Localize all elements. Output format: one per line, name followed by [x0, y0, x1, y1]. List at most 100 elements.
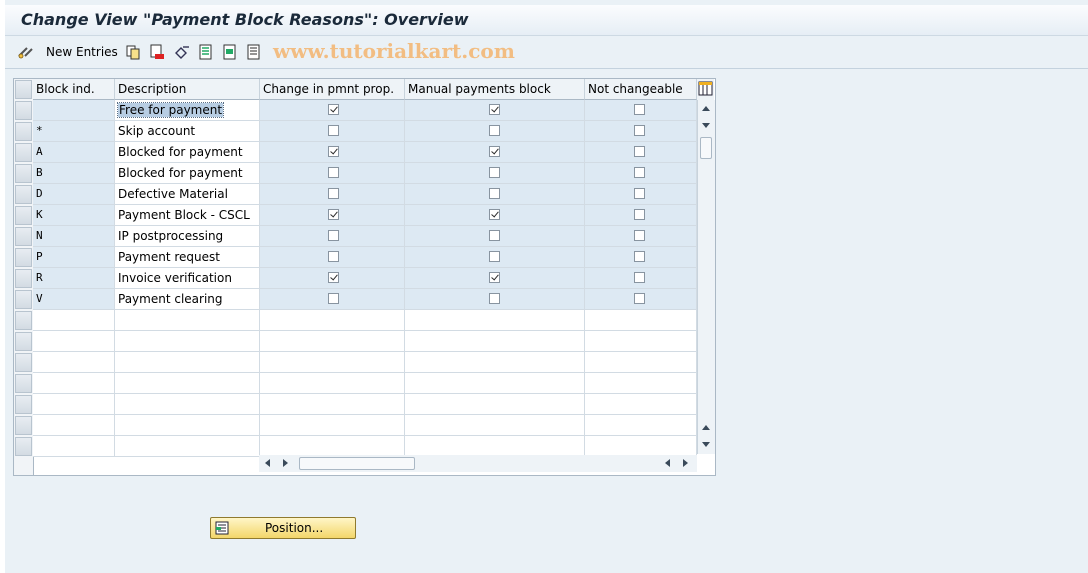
change-checkbox[interactable] — [328, 293, 339, 304]
row-select-button[interactable] — [15, 437, 32, 456]
scroll-page-down-icon[interactable] — [702, 442, 710, 447]
description-cell[interactable]: Blocked for payment — [115, 142, 260, 163]
manual-cell — [405, 226, 585, 247]
manual-checkbox[interactable] — [489, 125, 500, 136]
description-cell[interactable]: IP postprocessing — [115, 226, 260, 247]
scroll-down-icon[interactable] — [702, 123, 710, 128]
row-select-button[interactable] — [15, 248, 32, 267]
scroll-left-icon[interactable] — [265, 459, 270, 467]
empty-cell — [585, 415, 697, 436]
position-button[interactable]: Position... — [210, 517, 356, 539]
select-all-button[interactable] — [198, 44, 214, 60]
row-select-button[interactable] — [15, 164, 32, 183]
notchg-checkbox[interactable] — [634, 188, 645, 199]
manual-cell — [405, 289, 585, 310]
empty-cell — [33, 394, 115, 415]
change-checkbox[interactable] — [328, 104, 339, 115]
row-select-button[interactable] — [15, 101, 32, 120]
column-header-change-in-pmnt-prop[interactable]: Change in pmnt prop. — [260, 79, 405, 100]
notchg-checkbox[interactable] — [634, 104, 645, 115]
notchg-checkbox[interactable] — [634, 146, 645, 157]
manual-checkbox[interactable] — [489, 146, 500, 157]
row-select-button[interactable] — [15, 143, 32, 162]
change-checkbox[interactable] — [328, 125, 339, 136]
scroll-far-right-icon[interactable] — [683, 459, 688, 467]
change-checkbox[interactable] — [328, 188, 339, 199]
manual-checkbox[interactable] — [489, 188, 500, 199]
select-all-rows-button[interactable] — [15, 80, 32, 99]
manual-checkbox[interactable] — [489, 230, 500, 241]
row-select-button[interactable] — [15, 311, 32, 330]
horizontal-scroll-thumb[interactable] — [299, 457, 415, 470]
description-cell[interactable]: Payment Block - CSCL — [115, 205, 260, 226]
row-select-button[interactable] — [15, 269, 32, 288]
description-cell[interactable]: Blocked for payment — [115, 163, 260, 184]
notchg-checkbox[interactable] — [634, 230, 645, 241]
empty-cell — [405, 373, 585, 394]
scroll-page-up-icon[interactable] — [702, 425, 710, 430]
delete-button[interactable] — [149, 44, 165, 60]
column-header-block-ind[interactable]: Block ind. — [33, 79, 115, 100]
vertical-scrollbar[interactable] — [697, 100, 715, 454]
column-header-description[interactable]: Description — [115, 79, 260, 100]
notchg-checkbox[interactable] — [634, 167, 645, 178]
row-select-button[interactable] — [15, 353, 32, 372]
notchg-checkbox[interactable] — [634, 251, 645, 262]
column-header-manual-payments-block[interactable]: Manual payments block — [405, 79, 585, 100]
notchg-checkbox[interactable] — [634, 209, 645, 220]
row-select-button[interactable] — [15, 332, 32, 351]
description-cell[interactable]: Skip account — [115, 121, 260, 142]
row-select-button[interactable] — [15, 395, 32, 414]
column-settings-button[interactable] — [697, 79, 714, 101]
description-text: Free for payment — [116, 102, 225, 118]
notchg-checkbox[interactable] — [634, 293, 645, 304]
block-ind-cell — [33, 100, 115, 121]
change-checkbox[interactable] — [328, 230, 339, 241]
notchg-cell — [585, 205, 697, 226]
application-toolbar: New Entries www.tutorialkart.com — [5, 36, 1088, 69]
row-select-button[interactable] — [15, 185, 32, 204]
manual-checkbox[interactable] — [489, 167, 500, 178]
change-checkbox[interactable] — [328, 167, 339, 178]
change-checkbox[interactable] — [328, 272, 339, 283]
description-cell[interactable]: Defective Material — [115, 184, 260, 205]
notchg-cell — [585, 121, 697, 142]
empty-cell — [585, 394, 697, 415]
row-select-button[interactable] — [15, 374, 32, 393]
column-header-not-changeable[interactable]: Not changeable — [585, 79, 697, 100]
description-cell[interactable]: Payment clearing — [115, 289, 260, 310]
undo-button[interactable] — [173, 44, 191, 60]
select-block-button[interactable] — [222, 44, 238, 60]
description-cell[interactable]: Invoice verification — [115, 268, 260, 289]
display-change-button[interactable] — [17, 44, 35, 60]
empty-cell — [115, 394, 260, 415]
change-checkbox[interactable] — [328, 209, 339, 220]
page-title: Change View "Payment Block Reasons": Ove… — [21, 10, 469, 29]
description-text: Skip account — [118, 124, 196, 138]
notchg-checkbox[interactable] — [634, 272, 645, 283]
manual-checkbox[interactable] — [489, 251, 500, 262]
scroll-up-icon[interactable] — [702, 106, 710, 111]
description-text: Payment clearing — [118, 292, 223, 306]
manual-checkbox[interactable] — [489, 272, 500, 283]
row-select-button[interactable] — [15, 122, 32, 141]
row-select-button[interactable] — [15, 290, 32, 309]
change-checkbox[interactable] — [328, 251, 339, 262]
new-entries-button[interactable]: New Entries — [46, 44, 118, 60]
row-select-button[interactable] — [15, 227, 32, 246]
copy-button[interactable] — [125, 44, 141, 60]
manual-checkbox[interactable] — [489, 209, 500, 220]
row-select-button[interactable] — [15, 416, 32, 435]
notchg-checkbox[interactable] — [634, 125, 645, 136]
manual-checkbox[interactable] — [489, 104, 500, 115]
deselect-all-button[interactable] — [246, 44, 262, 60]
description-cell[interactable]: Payment request — [115, 247, 260, 268]
scroll-right-icon[interactable] — [283, 459, 288, 467]
scroll-far-left-icon[interactable] — [665, 459, 670, 467]
row-select-button[interactable] — [15, 206, 32, 225]
change-checkbox[interactable] — [328, 146, 339, 157]
manual-checkbox[interactable] — [489, 293, 500, 304]
description-cell[interactable]: Free for payment — [115, 100, 260, 121]
vertical-scroll-thumb[interactable] — [700, 137, 712, 159]
horizontal-scrollbar[interactable] — [259, 455, 697, 472]
